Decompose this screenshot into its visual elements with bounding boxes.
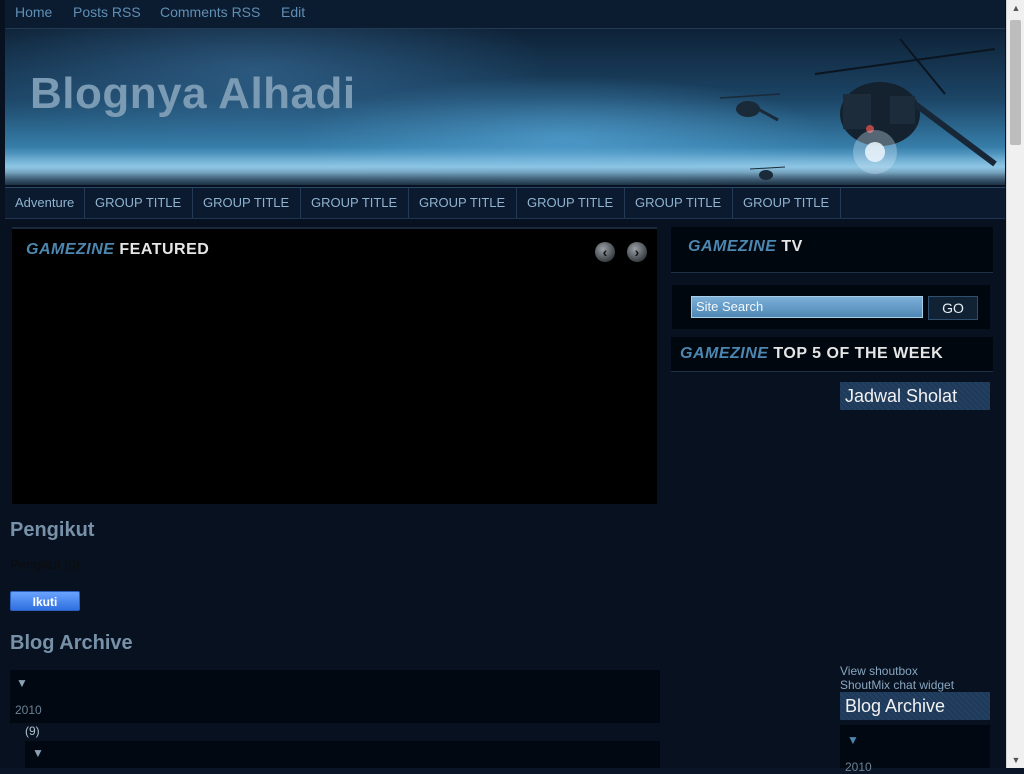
top5-title-brand: Gamezine bbox=[680, 345, 769, 362]
shoutmix-link[interactable]: ShoutMix chat widget bbox=[840, 678, 954, 692]
sidebar-archive-year[interactable]: 2010 bbox=[845, 760, 872, 774]
page: Home Posts RSS Comments RSS Edit Blognya… bbox=[0, 0, 1006, 774]
featured-title-label: Featured bbox=[119, 241, 210, 258]
search-go-button[interactable]: GO bbox=[928, 296, 978, 320]
prayer-times-title: Jadwal Sholat bbox=[840, 382, 990, 410]
archive-heading: Blog Archive bbox=[10, 632, 133, 654]
top-nav: Home Posts RSS Comments RSS Edit bbox=[5, 0, 1005, 29]
tv-title-brand: Gamezine bbox=[688, 238, 777, 255]
top5-title-label: Top 5 of the Week bbox=[773, 345, 944, 362]
scroll-up-icon[interactable]: ▲ bbox=[1007, 0, 1024, 16]
cat-item-group-1[interactable]: GROUP TITLE bbox=[85, 188, 193, 218]
scroll-down-icon[interactable]: ▼ bbox=[1007, 752, 1024, 768]
cat-item-adventure[interactable]: Adventure bbox=[5, 188, 85, 218]
tv-widget-title: Gamezine TV bbox=[688, 238, 803, 256]
follow-button[interactable]: Ikuti bbox=[10, 591, 80, 611]
cat-item-group-7[interactable]: GROUP TITLE bbox=[733, 188, 841, 218]
header-banner: Blognya Alhadi bbox=[5, 29, 1005, 185]
sidebar-archive-toggle-icon[interactable]: ▼ bbox=[847, 733, 859, 747]
cat-item-group-6[interactable]: GROUP TITLE bbox=[625, 188, 733, 218]
search-widget: Site Search GO bbox=[672, 285, 990, 329]
sidebar-archive-box: ▼ 2010 bbox=[840, 725, 990, 774]
cat-item-group-5[interactable]: GROUP TITLE bbox=[517, 188, 625, 218]
nav-edit-link[interactable]: Edit bbox=[281, 4, 305, 20]
nav-comments-rss-link[interactable]: Comments RSS bbox=[160, 4, 260, 20]
cat-item-group-3[interactable]: GROUP TITLE bbox=[301, 188, 409, 218]
helicopter-large-icon bbox=[814, 38, 997, 174]
top5-widget-header: Gamezine Top 5 of the Week bbox=[671, 337, 993, 372]
scrollbar-thumb[interactable] bbox=[1010, 20, 1021, 145]
tv-title-label: TV bbox=[781, 238, 803, 255]
search-input[interactable]: Site Search bbox=[691, 296, 923, 318]
cat-item-group-4[interactable]: GROUP TITLE bbox=[409, 188, 517, 218]
helicopter-small-icon bbox=[720, 93, 780, 122]
featured-slider: Gamezine Featured ‹ › bbox=[12, 227, 657, 504]
category-nav: Adventure GROUP TITLE GROUP TITLE GROUP … bbox=[5, 187, 1005, 219]
archive-sub-toggle-icon[interactable]: ▼ bbox=[32, 746, 44, 760]
vertical-scrollbar[interactable]: ▲ ▼ bbox=[1006, 0, 1024, 768]
site-title[interactable]: Blognya Alhadi bbox=[30, 69, 356, 119]
followers-count: Pengikut (0) bbox=[10, 557, 81, 572]
archive-year-count: (9) bbox=[25, 724, 40, 738]
featured-title-brand: Gamezine bbox=[26, 241, 115, 258]
archive-year-link[interactable]: 2010 bbox=[15, 703, 42, 717]
helicopter-distant-icon bbox=[750, 166, 785, 180]
archive-toggle-icon[interactable]: ▼ bbox=[16, 676, 28, 690]
nav-posts-rss-link[interactable]: Posts RSS bbox=[73, 4, 141, 20]
followers-heading: Pengikut bbox=[10, 519, 95, 541]
archive-year-box: ▼ 2010 bbox=[10, 670, 660, 723]
sidebar-archive-title: Blog Archive bbox=[840, 692, 990, 720]
cat-item-group-2[interactable]: GROUP TITLE bbox=[193, 188, 301, 218]
featured-title: Gamezine Featured bbox=[26, 241, 209, 259]
archive-month-box: ▼ bbox=[25, 741, 660, 768]
top5-widget-title: Gamezine Top 5 of the Week bbox=[680, 345, 943, 363]
nav-home-link[interactable]: Home bbox=[15, 4, 52, 20]
prev-arrow-icon[interactable]: ‹ bbox=[595, 242, 615, 262]
view-shoutbox-link[interactable]: View shoutbox bbox=[840, 664, 918, 678]
next-arrow-icon[interactable]: › bbox=[627, 242, 647, 262]
tv-widget-header: Gamezine TV bbox=[671, 227, 993, 273]
